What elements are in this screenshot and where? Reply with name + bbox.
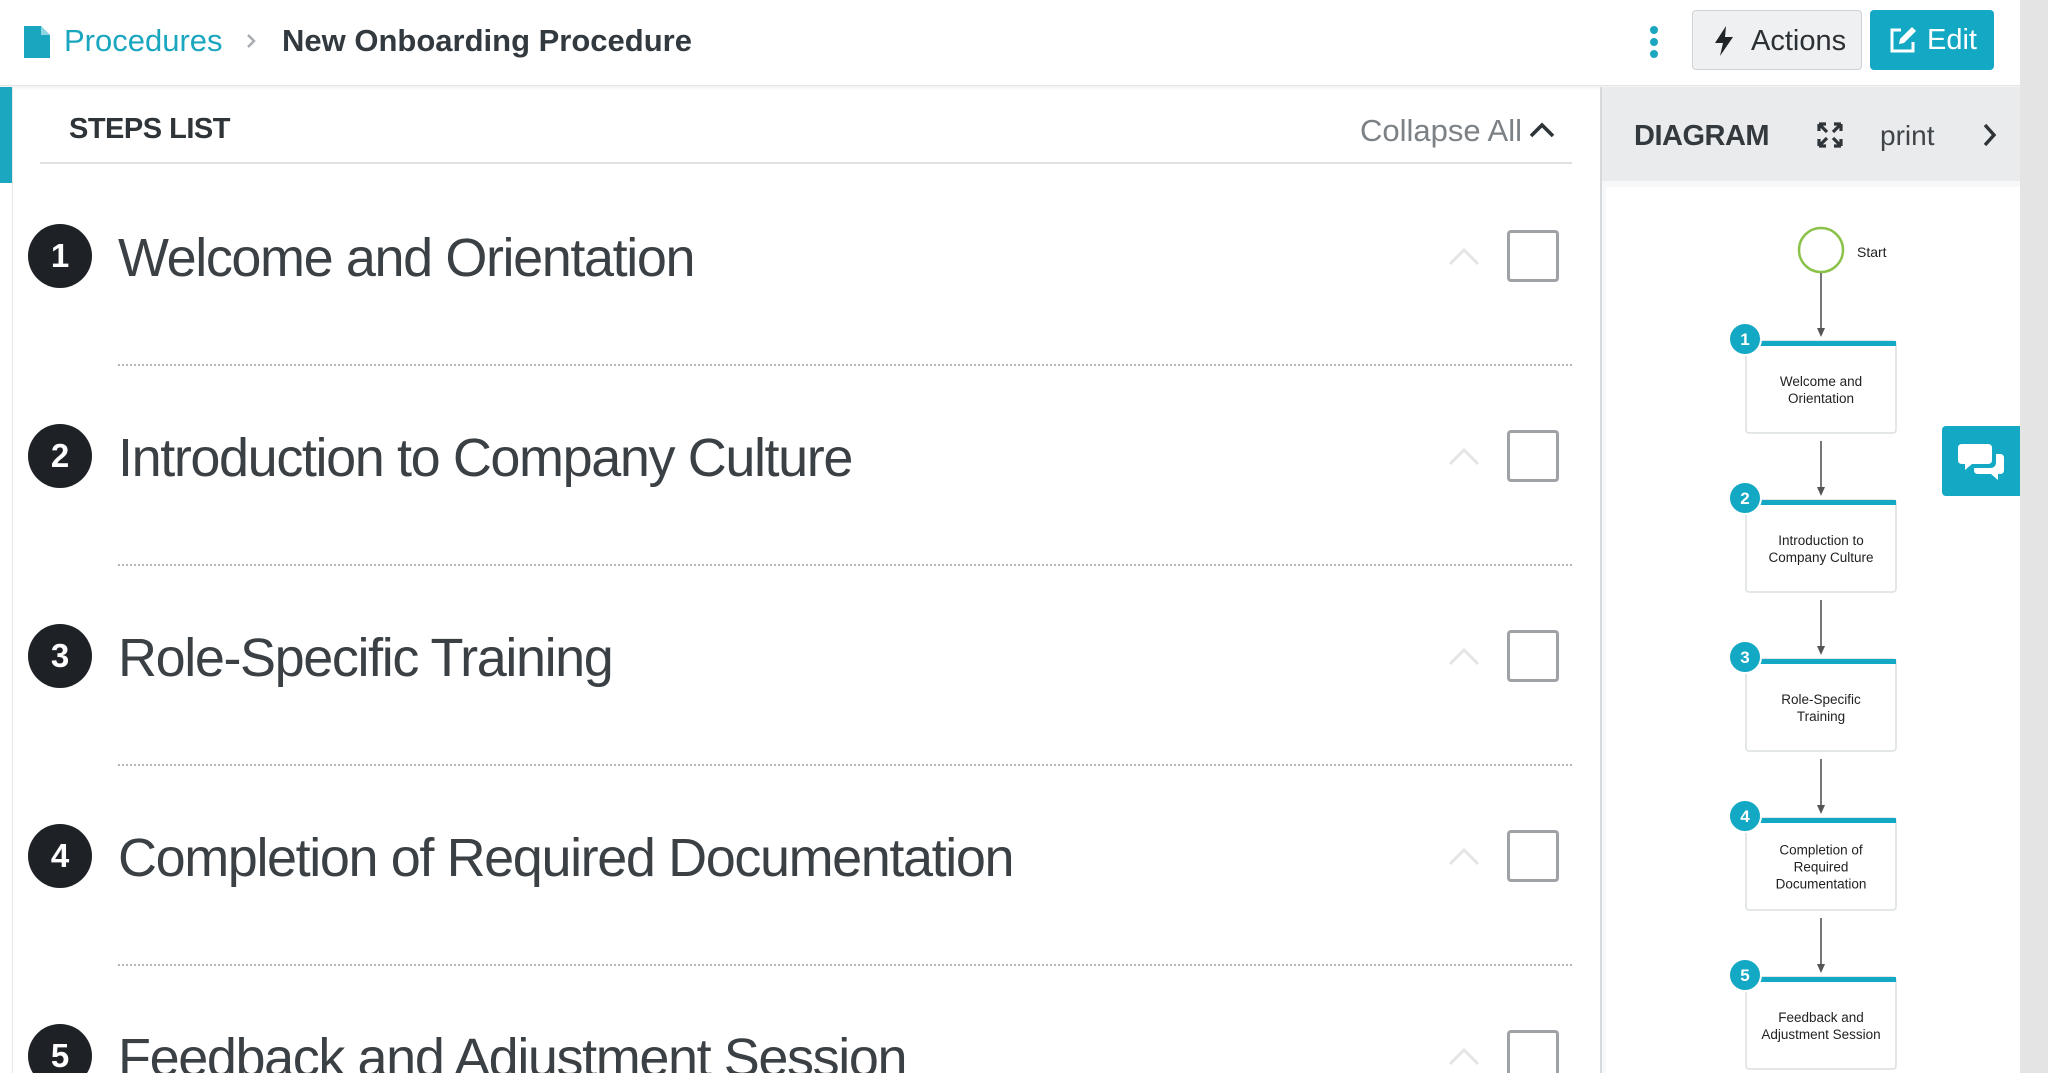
lightning-bolt-icon — [1715, 26, 1733, 56]
actions-button[interactable]: Actions — [1692, 10, 1862, 70]
diagram-step-label: Documentation — [1776, 877, 1867, 892]
breadcrumb-procedures-link[interactable]: Procedures — [64, 22, 223, 60]
diagram-step-number: 5 — [1740, 966, 1749, 985]
start-node-circle — [1797, 226, 1845, 274]
page-title: New Onboarding Procedure — [282, 23, 692, 58]
diagram-header: DIAGRAM print — [1602, 87, 2020, 181]
flow-arrowhead — [1817, 964, 1825, 973]
diagram-step-label: Welcome and — [1780, 374, 1862, 389]
flow-arrowhead — [1817, 805, 1825, 814]
flow-arrowhead — [1817, 487, 1825, 496]
collapse-step-chevron-icon[interactable] — [1446, 1044, 1482, 1068]
flow-diagram-svg: Start 1 Welcome and Orientation 2 Introductio… — [1728, 226, 1897, 1070]
steps-list-header: STEPS LIST Collapse All — [40, 88, 1572, 164]
step-divider — [118, 964, 1572, 966]
step-number-badge: 4 — [28, 824, 92, 888]
step-title[interactable]: Welcome and Orientation — [118, 228, 696, 288]
diagram-step-label: Role-Specific — [1781, 692, 1861, 707]
step-number-badge: 5 — [28, 1024, 92, 1073]
left-accent-bar — [0, 87, 12, 183]
step-checkbox[interactable] — [1507, 830, 1559, 882]
diagram-step-number: 2 — [1740, 489, 1749, 508]
step-row[interactable]: 3 Role-Specific Training — [28, 600, 1572, 800]
collapse-step-chevron-icon[interactable] — [1446, 644, 1482, 668]
collapse-step-chevron-icon[interactable] — [1446, 844, 1482, 868]
diagram-step-label: Feedback and — [1778, 1010, 1864, 1025]
step-divider — [118, 364, 1572, 366]
diagram-step-accent — [1746, 341, 1896, 346]
step-title[interactable]: Role-Specific Training — [118, 628, 614, 688]
pencil-square-icon — [1890, 27, 1916, 53]
expand-icon[interactable] — [1816, 121, 1844, 149]
edit-button[interactable]: Edit — [1870, 10, 1994, 70]
start-node-label: Start — [1857, 244, 1887, 260]
diagram-step-label: Completion of — [1779, 843, 1863, 858]
diagram-step-number: 1 — [1740, 330, 1749, 349]
flow-arrowhead — [1817, 328, 1825, 337]
step-title[interactable]: Completion of Required Documentation — [118, 828, 1015, 888]
print-link[interactable]: print — [1880, 119, 1934, 153]
diagram-step-number: 4 — [1740, 807, 1750, 826]
chevron-up-icon — [1529, 122, 1555, 138]
chat-button[interactable] — [1942, 426, 2020, 496]
collapse-step-chevron-icon[interactable] — [1446, 244, 1482, 268]
step-checkbox[interactable] — [1507, 230, 1559, 282]
step-title[interactable]: Feedback and Adjustment Session — [118, 1028, 908, 1073]
step-row[interactable]: 5 Feedback and Adjustment Session — [28, 1000, 1572, 1073]
chevron-right-icon[interactable] — [1980, 121, 2000, 149]
diagram-step-label: Introduction to — [1778, 533, 1864, 548]
step-checkbox[interactable] — [1507, 1030, 1559, 1073]
chat-bubbles-icon — [1958, 444, 2004, 480]
left-divider — [12, 87, 13, 1073]
step-number-badge: 1 — [28, 224, 92, 288]
diagram-step-label: Orientation — [1788, 391, 1854, 406]
diagram-panel: DIAGRAM print Start 1 Welcome and Orientati… — [1600, 87, 2020, 1073]
collapse-step-chevron-icon[interactable] — [1446, 444, 1482, 468]
steps-list-title: STEPS LIST — [69, 113, 230, 145]
step-row[interactable]: 2 Introduction to Company Culture — [28, 400, 1572, 600]
collapse-all-button[interactable]: Collapse All — [1332, 112, 1572, 150]
diagram-title: DIAGRAM — [1634, 120, 1770, 152]
top-bar: Procedures New Onboarding Procedure Acti… — [0, 0, 2020, 86]
flow-diagram: Start 1 Welcome and Orientation 2 Introductio… — [1606, 187, 2020, 1073]
step-title[interactable]: Introduction to Company Culture — [118, 428, 853, 488]
step-number-badge: 3 — [28, 624, 92, 688]
diagram-step-accent — [1746, 977, 1896, 982]
step-number-badge: 2 — [28, 424, 92, 488]
diagram-step-number: 3 — [1740, 648, 1749, 667]
step-checkbox[interactable] — [1507, 430, 1559, 482]
step-checkbox[interactable] — [1507, 630, 1559, 682]
step-row[interactable]: 4 Completion of Required Documentation — [28, 800, 1572, 1000]
more-options-icon[interactable] — [1640, 22, 1668, 62]
step-row[interactable]: 1 Welcome and Orientation — [28, 200, 1572, 400]
edit-label: Edit — [1927, 24, 1977, 56]
flow-arrowhead — [1817, 646, 1825, 655]
diagram-step-accent — [1746, 818, 1896, 823]
diagram-step-label: Company Culture — [1768, 550, 1873, 565]
step-divider — [118, 764, 1572, 766]
diagram-step-label: Training — [1797, 709, 1845, 724]
diagram-step-label: Adjustment Session — [1761, 1027, 1880, 1042]
collapse-all-label: Collapse All — [1360, 113, 1522, 148]
step-divider — [118, 564, 1572, 566]
document-icon — [24, 26, 50, 58]
diagram-step-label: Required — [1794, 860, 1849, 875]
diagram-step-accent — [1746, 500, 1896, 505]
window-frame-edge — [2020, 0, 2048, 1073]
actions-label: Actions — [1751, 25, 1847, 57]
chevron-right-icon — [247, 34, 256, 48]
diagram-step-accent — [1746, 659, 1896, 664]
